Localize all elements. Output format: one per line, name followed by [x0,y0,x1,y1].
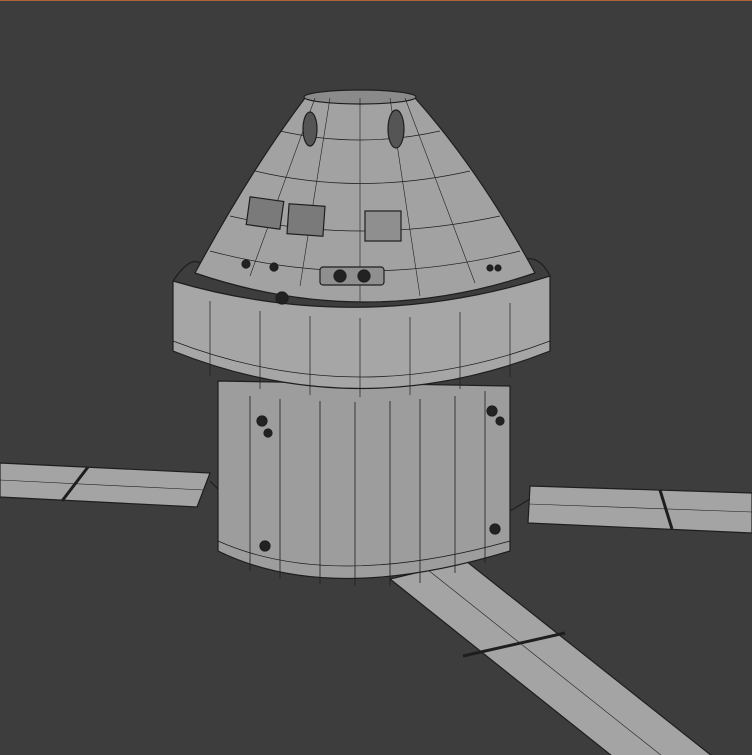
3d-viewport[interactable] [0,0,752,755]
spacecraft-model [0,89,752,755]
service-module [217,380,511,586]
crew-module [194,89,536,305]
solar-panel-left [0,462,223,508]
solar-panel-bottom [388,560,712,755]
solar-panel-right [509,485,752,534]
